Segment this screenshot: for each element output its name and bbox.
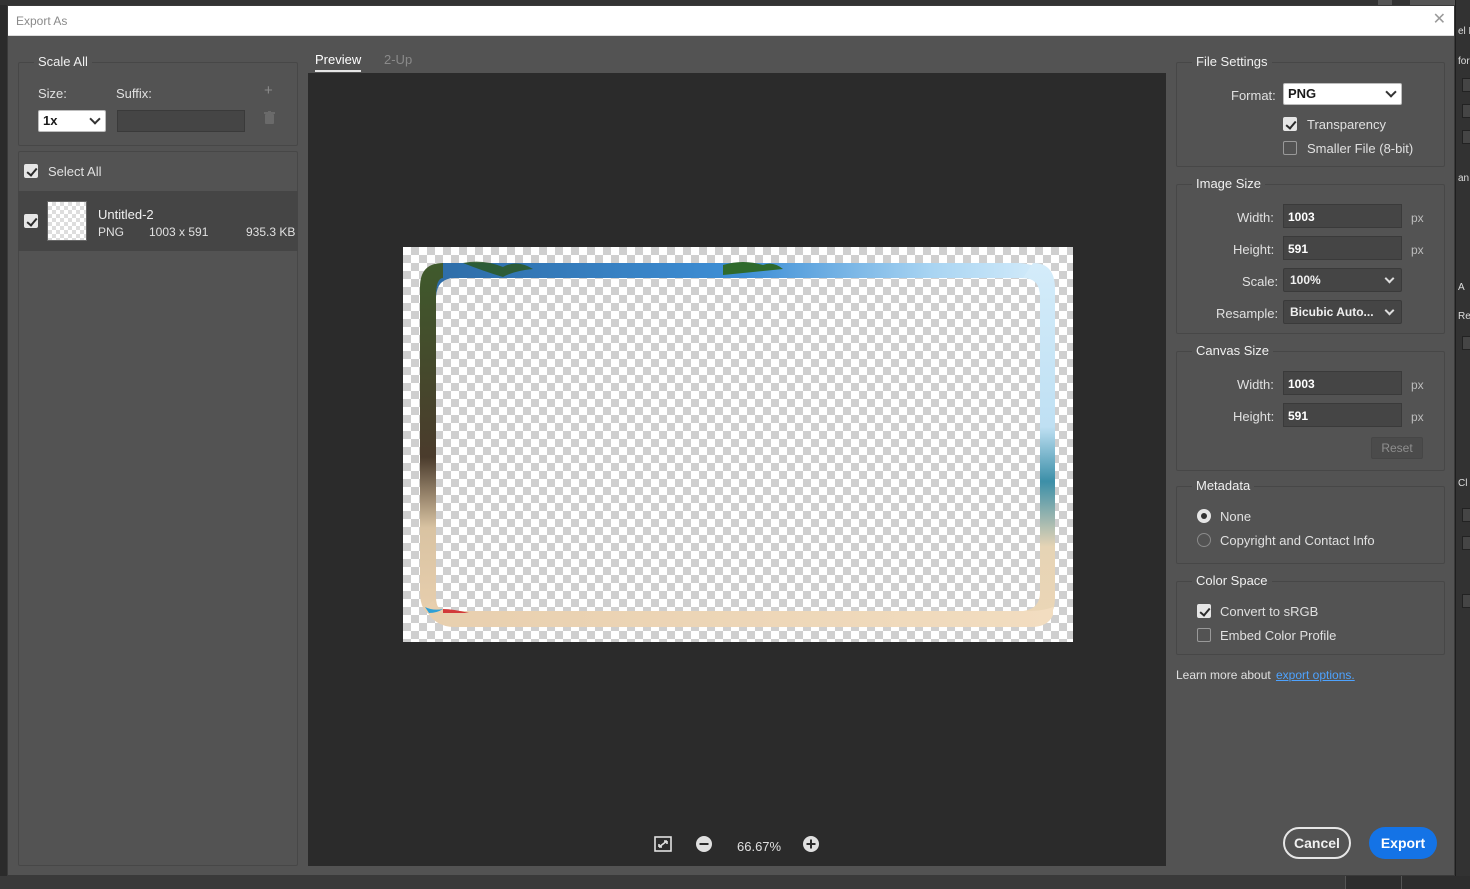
asset-list-panel [18, 151, 298, 866]
size-dropdown-value: 1x [43, 113, 58, 128]
scale-dropdown-value: 100% [1290, 273, 1321, 287]
select-all-checkbox[interactable] [24, 164, 38, 178]
delete-scale-icon[interactable] [264, 111, 275, 127]
metadata-group [1176, 486, 1445, 564]
reset-button[interactable]: Reset [1371, 437, 1423, 459]
image-size-title: Image Size [1192, 176, 1266, 191]
scale-label: Scale: [1242, 274, 1279, 289]
background-app-right-panel: el L for an A Re Cl [1455, 0, 1470, 889]
file-settings-title: File Settings [1192, 54, 1272, 69]
tab-preview[interactable]: Preview [315, 52, 362, 72]
bg-fragment: A [1458, 282, 1465, 293]
image-height-label: Height: [1233, 242, 1275, 257]
canvas-width-label: Width: [1237, 377, 1274, 392]
canvas-width-unit: px [1411, 378, 1424, 392]
preview-canvas [403, 247, 1073, 642]
image-width-unit: px [1411, 211, 1424, 225]
embed-profile-label: Embed Color Profile [1220, 628, 1337, 643]
tab-2-up[interactable]: 2-Up [384, 52, 412, 67]
background-app-bottom [0, 876, 1470, 889]
asset-file-size: 935.3 KB [246, 225, 296, 239]
convert-srgb-checkbox[interactable] [1197, 604, 1211, 618]
suffix-label: Suffix: [116, 86, 152, 101]
canvas-height-input[interactable]: 591 [1283, 403, 1402, 427]
image-width-input[interactable]: 1003 [1283, 204, 1402, 228]
metadata-title: Metadata [1192, 478, 1255, 493]
asset-format: PNG [98, 225, 125, 239]
metadata-none-radio[interactable] [1197, 509, 1211, 523]
export-as-dialog: Export As ✕ Scale All Size: Suffix: 1x +… [7, 5, 1455, 876]
asset-dimensions: 1003 x 591 [149, 225, 209, 239]
format-dropdown[interactable]: PNG [1283, 83, 1402, 105]
asset-thumbnail [47, 201, 87, 241]
zoom-in-icon[interactable] [802, 835, 820, 856]
transparency-label: Transparency [1307, 117, 1386, 132]
size-dropdown[interactable]: 1x [38, 110, 106, 132]
size-label: Size: [38, 86, 67, 101]
title-bar: Export As ✕ [8, 6, 1454, 36]
image-width-label: Width: [1237, 210, 1274, 225]
chevron-down-icon [1384, 273, 1395, 284]
canvas-width-input[interactable]: 1003 [1283, 371, 1402, 395]
canvas-size-title: Canvas Size [1192, 343, 1273, 358]
bg-fragment: for [1458, 56, 1470, 67]
canvas-height-label: Height: [1233, 409, 1275, 424]
add-scale-icon[interactable]: + [264, 82, 273, 99]
bg-fragment: an [1458, 173, 1470, 184]
zoom-level: 66.67% [737, 839, 782, 854]
preview-image-frame [420, 261, 1055, 627]
close-icon[interactable]: ✕ [1433, 11, 1446, 29]
bg-fragment: Cl [1458, 478, 1468, 489]
embed-profile-checkbox[interactable] [1197, 628, 1211, 642]
scale-all-group [18, 62, 298, 146]
asset-name: Untitled-2 [98, 207, 154, 222]
smaller-file-checkbox[interactable] [1283, 141, 1297, 155]
metadata-none-label: None [1220, 509, 1252, 524]
chevron-down-icon [1384, 305, 1395, 316]
dialog-title: Export As [16, 14, 68, 28]
transparency-checkbox[interactable] [1283, 117, 1297, 131]
format-label: Format: [1231, 88, 1276, 103]
chevron-down-icon [1385, 86, 1397, 98]
image-height-input[interactable]: 591 [1283, 236, 1402, 260]
learn-more-text: Learn more about [1176, 668, 1271, 682]
resample-dropdown[interactable]: Bicubic Auto... [1283, 300, 1402, 324]
scale-dropdown[interactable]: 100% [1283, 268, 1402, 292]
cancel-button[interactable]: Cancel [1283, 827, 1351, 859]
bg-fragment: el L [1458, 26, 1470, 37]
asset-checkbox[interactable] [24, 214, 38, 228]
zoom-out-icon[interactable] [695, 835, 713, 856]
export-button[interactable]: Export [1369, 827, 1437, 859]
scale-all-title: Scale All [34, 54, 92, 69]
asset-row[interactable]: Untitled-2 PNG 1003 x 591 935.3 KB [18, 191, 298, 251]
resample-label: Resample: [1216, 306, 1279, 321]
export-options-link[interactable]: export options. [1276, 668, 1355, 682]
suffix-input[interactable] [117, 110, 245, 132]
bg-fragment: Re [1458, 311, 1470, 322]
canvas-height-unit: px [1411, 410, 1424, 424]
resample-dropdown-value: Bicubic Auto... [1290, 305, 1374, 319]
preview-area: 66.67% [308, 73, 1166, 866]
image-height-unit: px [1411, 243, 1424, 257]
metadata-copyright-radio[interactable] [1197, 533, 1211, 547]
smaller-file-label: Smaller File (8-bit) [1307, 141, 1414, 156]
select-all-label: Select All [48, 164, 102, 179]
chevron-down-icon [89, 113, 101, 125]
fit-to-screen-icon[interactable] [654, 835, 672, 856]
format-dropdown-value: PNG [1288, 86, 1317, 101]
metadata-copyright-label: Copyright and Contact Info [1220, 533, 1375, 548]
convert-srgb-label: Convert to sRGB [1220, 604, 1319, 619]
zoom-bar: 66.67% [308, 833, 1166, 857]
color-space-title: Color Space [1192, 573, 1272, 588]
